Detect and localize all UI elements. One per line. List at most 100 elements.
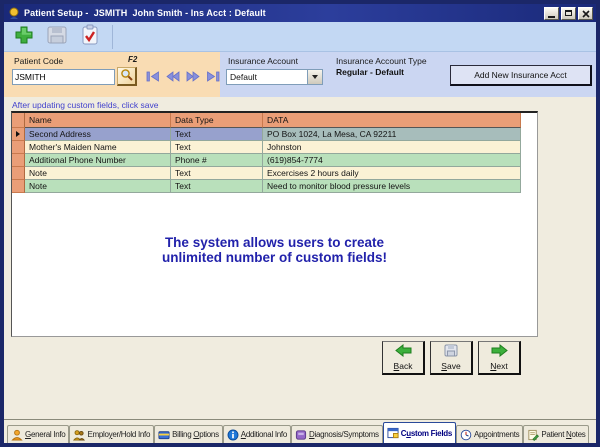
window-title: Patient Setup - JSMITH John Smith - Ins … [24, 8, 544, 18]
insurance-account-value: Default [227, 72, 307, 82]
app-icon [7, 7, 21, 20]
tab-label: Employer/Hold Info [87, 430, 150, 439]
cell-data[interactable]: Excercises 2 hours daily [263, 167, 521, 180]
next-arrow-icon [491, 344, 508, 359]
next-button-label: Next [490, 361, 507, 371]
patient-code-section: Patient Code F2 [4, 52, 220, 97]
tab-appointments[interactable]: Appointments [456, 425, 523, 443]
next-button[interactable]: Next [478, 341, 521, 375]
table-row[interactable]: Note Text Excercises 2 hours daily [12, 167, 537, 180]
insurance-section: Insurance Account Default Insurance Acco… [220, 52, 596, 97]
insurance-account-dropdown[interactable]: Default [226, 69, 323, 85]
titlebar[interactable]: Patient Setup - JSMITH John Smith - Ins … [4, 4, 596, 22]
toolbar-separator [112, 25, 113, 49]
first-record-icon [146, 70, 160, 85]
row-selector[interactable] [12, 154, 25, 167]
bottom-tab-bar: General Info Employer/Hold Info Billing … [4, 419, 596, 443]
custom-fields-icon [387, 427, 399, 439]
back-button[interactable]: Back [382, 341, 425, 375]
cell-data-type[interactable]: Text [171, 167, 263, 180]
save-button[interactable]: Save [430, 341, 473, 375]
last-record-button[interactable] [205, 71, 221, 83]
table-row[interactable]: Mother's Maiden Name Text Johnston [12, 141, 537, 154]
maximize-button[interactable] [561, 7, 576, 20]
cell-data-type[interactable]: Phone # [171, 154, 263, 167]
shortcut-f2-label: F2 [128, 55, 137, 64]
tab-label: Diagnosis/Symptoms [309, 430, 379, 439]
minimize-icon [548, 16, 555, 18]
diagnosis-icon [295, 429, 307, 441]
clock-icon [460, 429, 472, 441]
tab-label: Appointments [474, 430, 519, 439]
cell-data[interactable]: Need to monitor blood pressure levels [263, 180, 521, 193]
maximize-icon [565, 10, 572, 16]
patient-code-label: Patient Code [14, 56, 63, 66]
row-selector[interactable] [12, 180, 25, 193]
next-record-icon [186, 70, 200, 85]
minimize-button[interactable] [544, 7, 559, 20]
row-selector[interactable] [12, 128, 25, 141]
column-header-data-type[interactable]: Data Type [171, 113, 263, 128]
wizard-nav-buttons: Back Save Next [382, 341, 521, 375]
tab-label: Patient Notes [541, 430, 585, 439]
cell-name[interactable]: Additional Phone Number [25, 154, 171, 167]
close-icon [582, 6, 590, 21]
insurance-account-type-label: Insurance Account Type [336, 56, 427, 66]
save-hint-text: After updating custom fields, click save [12, 100, 158, 110]
table-row[interactable]: Additional Phone Number Phone # (619)854… [12, 154, 537, 167]
tab-label: Billing Options [172, 430, 219, 439]
grid-header-row: Name Data Type DATA [12, 113, 537, 128]
info-message-line1: The system allows users to create [12, 235, 537, 250]
tab-label: Custom Fields [401, 429, 452, 438]
field-bar: Patient Code F2 Insurance Account Defaul… [4, 52, 596, 97]
dropdown-button[interactable] [307, 70, 322, 84]
cell-data-type[interactable]: Text [171, 180, 263, 193]
cell-data[interactable]: (619)854-7774 [263, 154, 521, 167]
person-icon [11, 429, 23, 441]
cell-data[interactable]: PO Box 1024, La Mesa, CA 92211 [263, 128, 521, 141]
notes-icon [527, 429, 539, 441]
last-record-icon [206, 70, 220, 85]
table-row[interactable]: Second Address Text PO Box 1024, La Mesa… [12, 128, 537, 141]
insurance-account-label: Insurance Account [228, 56, 298, 66]
cell-data-type[interactable]: Text [171, 128, 263, 141]
column-header-name[interactable]: Name [25, 113, 171, 128]
cell-name[interactable]: Note [25, 167, 171, 180]
tab-custom-fields[interactable]: Custom Fields [383, 422, 456, 443]
column-header-data[interactable]: DATA [263, 113, 521, 128]
cell-name[interactable]: Mother's Maiden Name [25, 141, 171, 154]
tab-employer-hold-info[interactable]: Employer/Hold Info [69, 425, 154, 443]
record-navigation [145, 71, 221, 83]
info-icon [227, 429, 239, 441]
add-plus-icon [12, 24, 36, 49]
add-new-insurance-acct-button[interactable]: Add New Insurance Acct [450, 65, 592, 86]
add-patient-button[interactable] [10, 24, 38, 50]
previous-record-button[interactable] [165, 71, 181, 83]
tab-additional-info[interactable]: Additional Info [223, 425, 291, 443]
tab-billing-options[interactable]: Billing Options [154, 425, 223, 443]
patient-code-input[interactable] [12, 69, 115, 85]
table-row[interactable]: Note Text Need to monitor blood pressure… [12, 180, 537, 193]
save-button-label: Save [441, 361, 460, 371]
tab-patient-notes[interactable]: Patient Notes [523, 425, 589, 443]
clipboard-check-icon [80, 24, 100, 49]
row-selector[interactable] [12, 141, 25, 154]
info-message: The system allows users to create unlimi… [12, 235, 537, 265]
cell-data[interactable]: Johnston [263, 141, 521, 154]
cell-name[interactable]: Note [25, 180, 171, 193]
cell-name[interactable]: Second Address [25, 128, 171, 141]
current-row-marker-icon [16, 131, 20, 137]
verify-button[interactable] [76, 24, 104, 50]
tab-general-info[interactable]: General Info [7, 425, 69, 443]
cell-data-type[interactable]: Text [171, 141, 263, 154]
tab-diagnosis-symptoms[interactable]: Diagnosis/Symptoms [291, 425, 383, 443]
close-button[interactable] [578, 7, 593, 20]
magnifier-icon [120, 68, 133, 84]
patient-search-button[interactable] [117, 67, 137, 86]
first-record-button[interactable] [145, 71, 161, 83]
next-record-button[interactable] [185, 71, 201, 83]
patient-setup-window: Patient Setup - JSMITH John Smith - Ins … [0, 0, 600, 447]
row-selector[interactable] [12, 167, 25, 180]
window-controls [544, 7, 593, 20]
save-toolbar-button[interactable] [43, 24, 71, 50]
